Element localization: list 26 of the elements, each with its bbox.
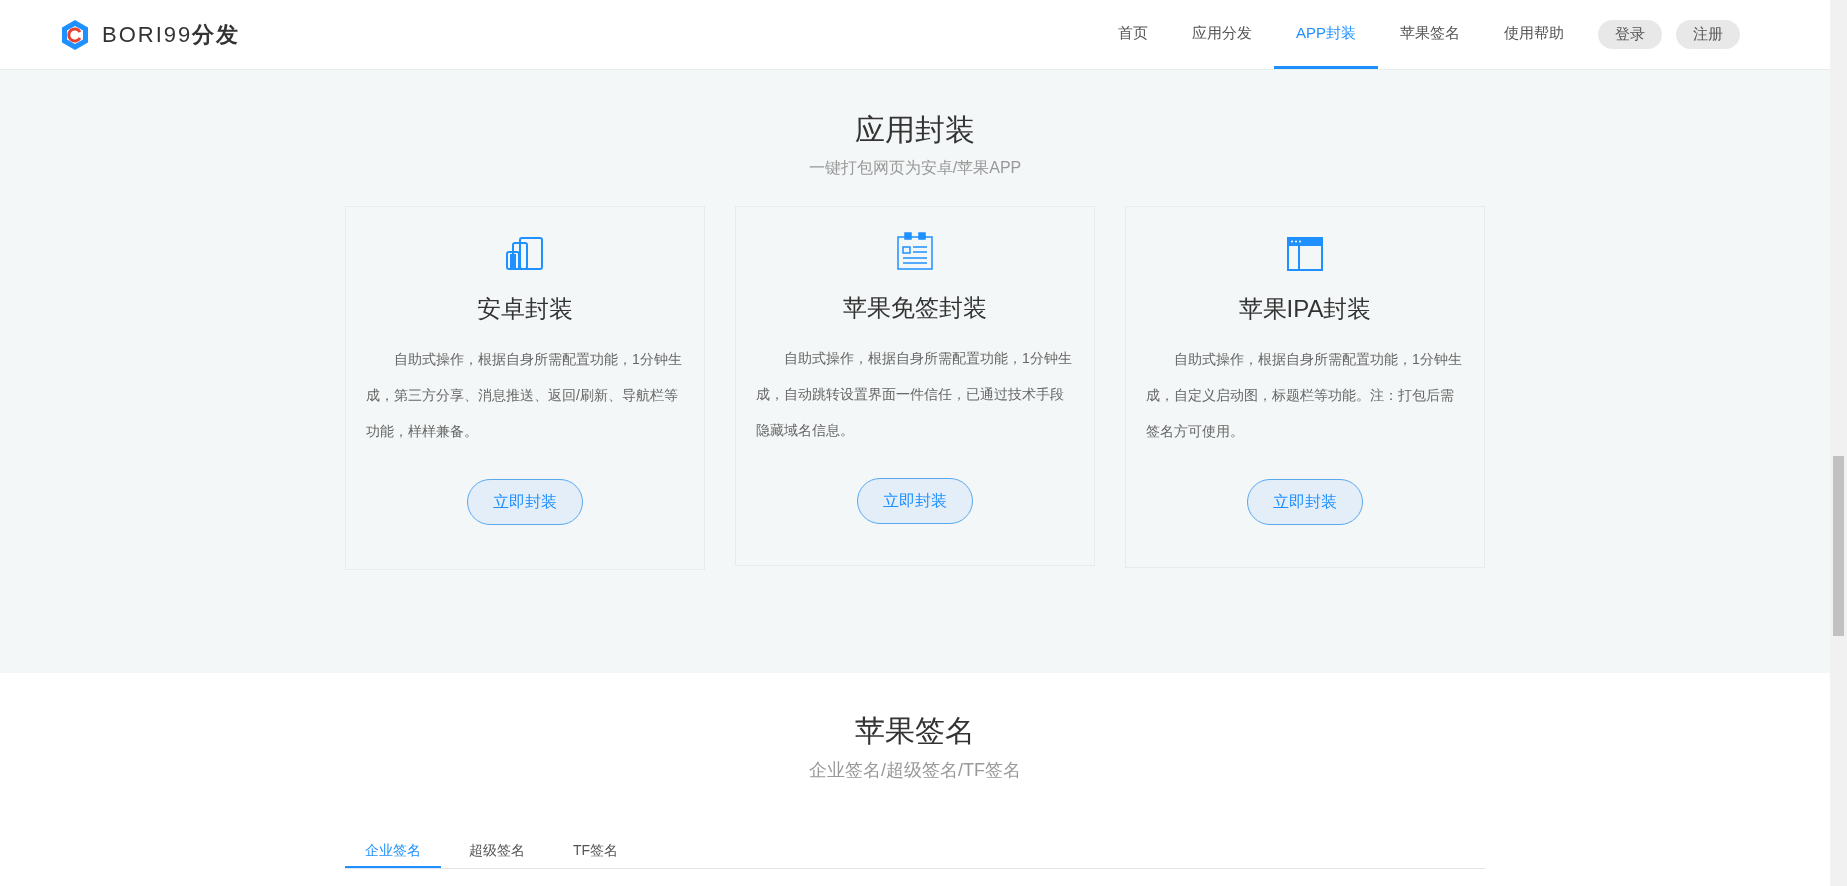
logo-icon [60,18,90,51]
devices-icon [506,237,544,271]
login-button[interactable]: 登录 [1598,20,1662,49]
signing-tab[interactable]: 超级签名 [449,834,545,868]
card-description: 自助式操作，根据自身所需配置功能，1分钟生成，第三方分享、消息推送、返回/刷新、导航栏等功能，样样兼备。 [366,350,683,441]
nav-link[interactable]: 苹果签名 [1378,0,1482,69]
signing-tab[interactable]: 企业签名 [345,834,441,868]
section-subtitle: 企业签名/超级签名/TF签名 [809,759,1021,782]
signing-tab[interactable]: TF签名 [553,834,639,868]
scrollbar-thumb[interactable] [1833,456,1844,636]
register-button[interactable]: 注册 [1676,20,1740,49]
section-title: 应用封装 [855,112,975,148]
nav-link[interactable]: 首页 [1096,0,1170,69]
card-title: 安卓封装 [477,294,573,324]
logo-text: BORI99分发 [102,21,241,49]
section-title: 苹果签名 [855,713,975,749]
nav-link[interactable]: 使用帮助 [1482,0,1586,69]
scrollbar[interactable] [1830,0,1847,886]
card-description: 自助式操作，根据自身所需配置功能，1分钟生成，自动跳转设置界面一件信任，已通过技术手段隐藏域名信息。 [756,349,1073,440]
card-description: 自助式操作，根据自身所需配置功能，1分钟生成，自定义启动图，标题栏等功能。注：打包后需签名方可使用。 [1146,350,1463,441]
nav-link[interactable]: 应用分发 [1170,0,1274,69]
section-subtitle: 一键打包网页为安卓/苹果APP [808,158,1022,178]
document-icon [897,232,933,270]
browser-window-icon [1287,237,1323,271]
card-title: 苹果免签封装 [843,293,987,323]
card-title: 苹果IPA封装 [1238,294,1372,324]
